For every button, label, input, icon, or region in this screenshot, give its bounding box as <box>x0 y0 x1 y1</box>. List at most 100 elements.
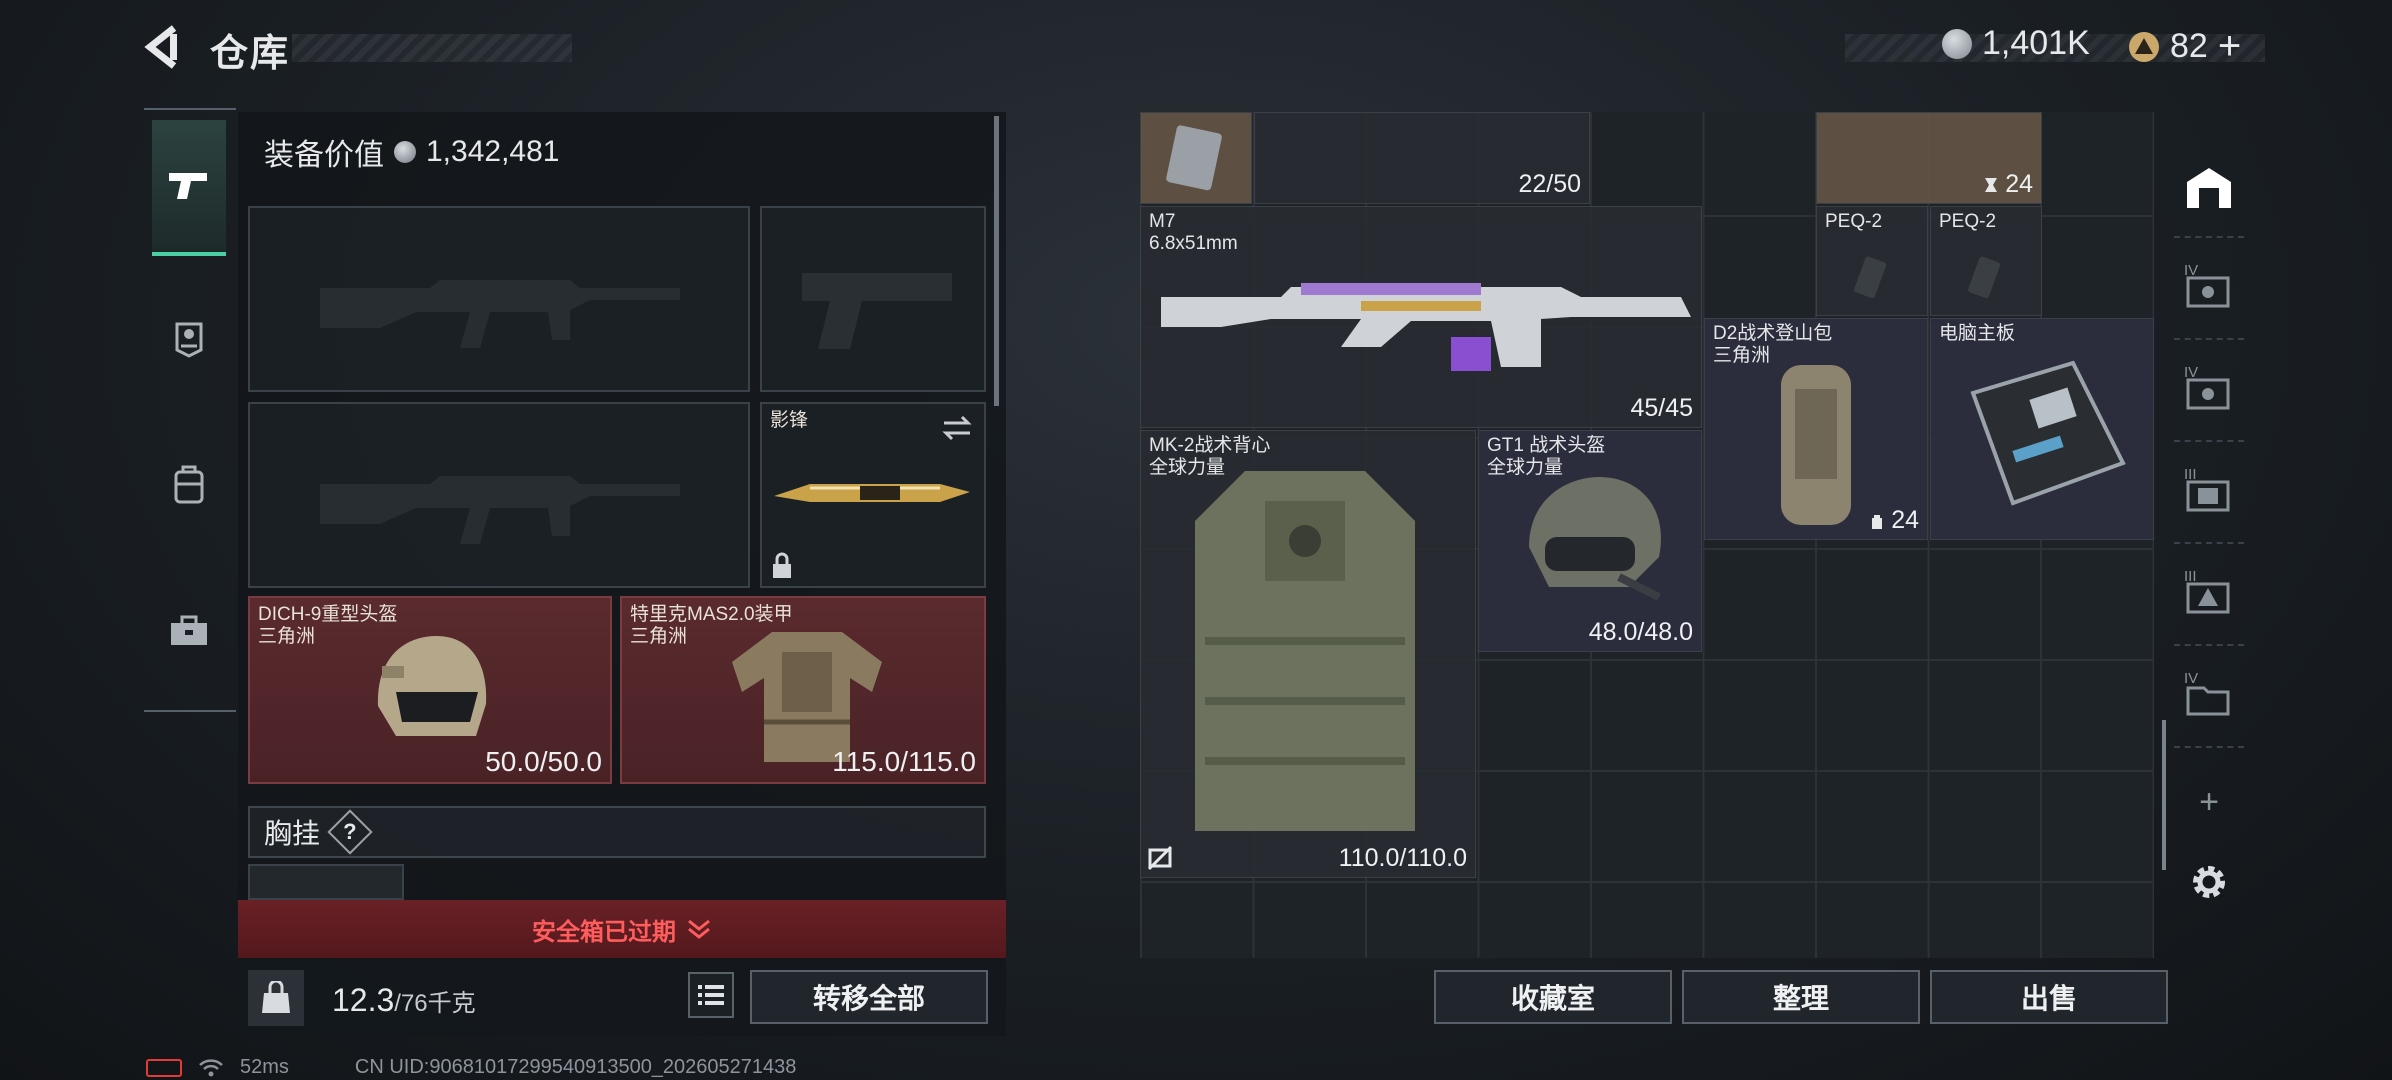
nav-weapons[interactable] <box>152 120 226 256</box>
lock-icon <box>773 552 791 578</box>
transfer-all-button[interactable]: 转移全部 <box>750 970 988 1024</box>
helmet-durability: 50.0/50.0 <box>485 746 602 777</box>
stash-grid[interactable]: 22/50 24 M7 6.8x51mm 45/45 PEQ-2 PEQ-2 D… <box>1140 112 2154 958</box>
pistol-silhouette-icon <box>802 273 952 349</box>
backpack-name: D2战术登山包 <box>1713 323 1833 344</box>
add-token-button[interactable]: + <box>2218 24 2241 69</box>
token-balance[interactable]: 82 + <box>2128 24 2241 69</box>
swap-icon[interactable] <box>940 414 974 442</box>
heavy-helmet-icon <box>377 636 487 736</box>
no-insurance-icon <box>1147 845 1173 871</box>
safebox-expired-banner[interactable]: 安全箱已过期 <box>238 900 1006 958</box>
rifle-silhouette-icon <box>320 280 680 348</box>
weight-max: /76千克 <box>394 990 476 1017</box>
stash-scrollbar[interactable] <box>2162 720 2166 870</box>
stash-tab-level-wrap: IV <box>2184 670 2234 720</box>
wifi-icon <box>199 1058 223 1076</box>
sort-button[interactable]: 整理 <box>1682 970 1920 1024</box>
m7-name: M7 <box>1149 211 1176 232</box>
rifle-silhouette-icon <box>320 476 680 544</box>
stash-tab-4[interactable]: III <box>2174 546 2244 646</box>
equipment-scrollbar[interactable] <box>994 116 999 406</box>
gear-icon <box>2193 866 2225 898</box>
equipment-category-nav <box>144 108 236 712</box>
m7-label: M7 6.8x51mm <box>1149 211 1238 255</box>
carry-weight: 12.3/76千克 <box>332 982 476 1019</box>
list-view-button[interactable] <box>688 972 734 1018</box>
equipment-value-amount: 1,342,481 <box>426 135 560 168</box>
equipment-value: 装备价值 1,342,481 <box>264 130 559 174</box>
help-mark: ? <box>343 818 357 844</box>
stash-tab-level-wrap: IV <box>2184 262 2234 312</box>
stash-tab-level: III <box>2184 466 2197 483</box>
chest-rig-slot[interactable] <box>248 864 404 900</box>
body-armor-slot[interactable]: 特里克MAS2.0装甲 三角洲 115.0/115.0 <box>620 596 986 784</box>
armor-badge-icon <box>175 322 203 358</box>
double-chevron-down-icon <box>688 919 710 939</box>
top-right-count-wrap: 24 <box>1983 170 2033 199</box>
laser-module-icon <box>1968 256 2001 299</box>
back-arrow-icon <box>144 25 177 69</box>
m7-ammo-count: 45/45 <box>1630 394 1693 422</box>
stash-item-peq2[interactable]: PEQ-2 <box>1930 206 2042 316</box>
bag-icon <box>1872 514 1883 529</box>
stash-page-nav: IV IV III III IV + <box>2174 112 2244 1032</box>
chest-rig-header[interactable]: 胸挂 ? <box>248 806 986 858</box>
collection-room-button[interactable]: 收藏室 <box>1434 970 1672 1024</box>
m7-rifle-icon <box>1161 283 1691 371</box>
nav-armor[interactable] <box>152 270 226 406</box>
stash-item-m7-rifle[interactable]: M7 6.8x51mm 45/45 <box>1140 206 1702 428</box>
stash-tab-2[interactable]: IV <box>2174 342 2244 442</box>
stash-tab-3[interactable]: III <box>2174 444 2244 544</box>
stash-item-gt1-helmet[interactable]: GT1 战术头盔 全球力量 48.0/48.0 <box>1478 430 1702 652</box>
backpack-icon <box>174 465 204 504</box>
gt1-durability: 48.0/48.0 <box>1588 618 1693 646</box>
title-decoration <box>292 34 572 62</box>
stash-item-d2-backpack[interactable]: D2战术登山包 三角洲 24 <box>1704 318 1928 540</box>
helmet-name: DICH-9重型头盔 <box>258 604 398 625</box>
stash-tab-1[interactable]: IV <box>2174 240 2244 340</box>
token-amount: 82 <box>2170 27 2208 65</box>
list-icon <box>698 985 724 1005</box>
vest-name: MK-2战术背心 <box>1149 435 1271 456</box>
stack-icon <box>1985 177 1998 192</box>
peq2-name: PEQ-2 <box>1825 211 1883 232</box>
primary-weapon-slot[interactable] <box>248 206 750 392</box>
helmet-slot[interactable]: DICH-9重型头盔 三角洲 50.0/50.0 <box>248 596 612 784</box>
stash-item-peq2[interactable]: PEQ-2 <box>1816 206 1928 316</box>
ammo-count: 22/50 <box>1518 170 1581 198</box>
back-button[interactable] <box>140 22 190 72</box>
nav-toolbox[interactable] <box>152 562 226 698</box>
coin-balance: 1,401K <box>1942 24 2090 63</box>
melee-slot[interactable]: 影锋 <box>760 402 986 588</box>
toolbox-icon <box>171 615 207 645</box>
nav-backpack[interactable] <box>152 416 226 552</box>
coin-icon <box>394 141 416 163</box>
stash-tab-level: IV <box>2184 364 2199 381</box>
stash-item-mk2-vest[interactable]: MK-2战术背心 全球力量 110.0/110.0 <box>1140 430 1476 878</box>
stash-tab-5[interactable]: IV <box>2174 648 2244 748</box>
stash-item-ammo[interactable]: 22/50 <box>1254 112 1590 204</box>
chest-rig-label: 胸挂 <box>264 818 321 849</box>
tactical-helmet-icon <box>1529 477 1661 601</box>
ping-text: 52ms <box>240 1056 289 1078</box>
safebox-status-text: 安全箱已过期 <box>532 918 676 946</box>
sidearm-slot[interactable] <box>760 206 986 392</box>
armor-durability: 115.0/115.0 <box>832 746 976 777</box>
add-icon: + <box>2199 782 2219 821</box>
coin-amount: 1,401K <box>1982 24 2090 62</box>
page-title: 仓库 <box>210 33 291 75</box>
help-icon[interactable]: ? <box>327 809 373 855</box>
stash-item-motherboard[interactable]: 电脑主板 <box>1930 318 2154 540</box>
m7-caliber: 6.8x51mm <box>1149 233 1238 254</box>
sell-button[interactable]: 出售 <box>1930 970 2168 1024</box>
settings-button[interactable] <box>2174 832 2244 932</box>
stash-item-card[interactable] <box>1140 112 1252 204</box>
secondary-weapon-slot[interactable] <box>248 402 750 588</box>
vest-durability: 110.0/110.0 <box>1338 844 1467 872</box>
token-icon <box>2129 31 2159 62</box>
stash-tab-level-wrap: III <box>2184 466 2234 516</box>
stash-item-top-right[interactable]: 24 <box>1816 112 2042 204</box>
warehouse-icon <box>2187 168 2231 208</box>
stash-tab-main[interactable] <box>2174 138 2244 238</box>
